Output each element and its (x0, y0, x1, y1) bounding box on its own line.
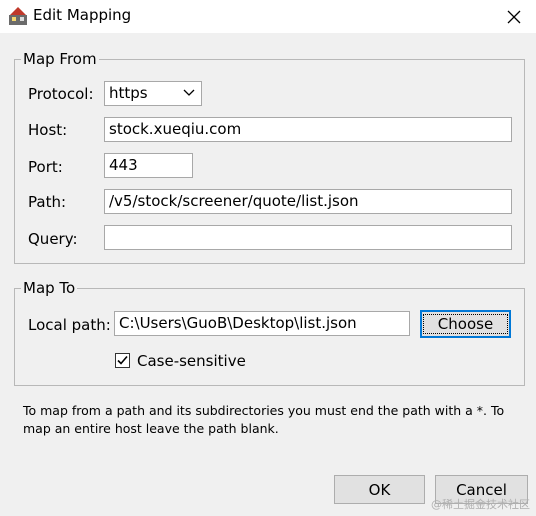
window-title: Edit Mapping (33, 6, 132, 24)
ok-label: OK (368, 480, 391, 499)
query-field[interactable] (104, 225, 512, 250)
checkmark-icon (117, 355, 128, 365)
case-sensitive-label: Case-sensitive (137, 352, 246, 370)
protocol-label: Protocol: (28, 85, 94, 103)
local-path-label: Local path: (28, 316, 111, 334)
protocol-select[interactable]: https (104, 81, 202, 106)
query-label: Query: (28, 230, 78, 248)
local-path-field[interactable]: C:\Users\GuoB\Desktop\list.json (114, 311, 410, 336)
port-field[interactable]: 443 (104, 153, 193, 178)
dialog-body: Map From Protocol: https Host: stock.xue… (0, 33, 536, 516)
map-from-legend: Map From (23, 50, 97, 68)
title-bar: Edit Mapping (0, 0, 536, 33)
path-field[interactable]: /v5/stock/screener/quote/list.json (104, 189, 512, 214)
choose-button[interactable]: Choose (420, 310, 511, 338)
path-label: Path: (28, 193, 67, 211)
map-to-legend: Map To (23, 279, 76, 297)
host-field[interactable]: stock.xueqiu.com (104, 117, 512, 142)
ok-button[interactable]: OK (334, 475, 425, 504)
choose-label: Choose (422, 314, 509, 334)
watermark: @稀土掘金技术社区 (431, 498, 530, 511)
port-label: Port: (28, 158, 63, 176)
close-icon (507, 10, 521, 23)
app-icon (9, 7, 27, 25)
host-label: Host: (28, 121, 68, 139)
protocol-value: https (109, 84, 148, 102)
chevron-down-icon (183, 89, 195, 96)
case-sensitive-checkbox[interactable] (115, 353, 130, 368)
hint-text: To map from a path and its subdirectorie… (23, 403, 505, 436)
close-button[interactable] (492, 0, 536, 33)
